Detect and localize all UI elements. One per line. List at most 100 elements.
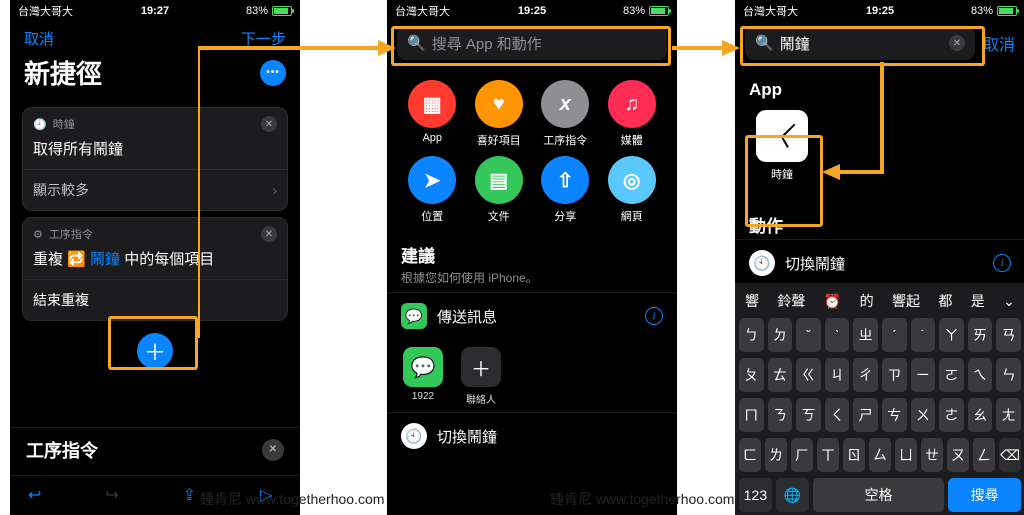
clear-icon[interactable]: ✕ <box>949 35 965 51</box>
music-icon: ♫ <box>608 80 656 128</box>
info-icon[interactable]: i <box>993 254 1011 272</box>
key[interactable]: ㄓ <box>853 318 878 352</box>
key[interactable]: ㄗ <box>882 358 907 392</box>
key[interactable]: ㄠ <box>968 398 993 432</box>
key[interactable]: ㄇ <box>739 398 764 432</box>
add-action-button[interactable]: ＋ <box>137 333 173 369</box>
key[interactable]: ㄤ <box>996 398 1021 432</box>
key[interactable]: ㄎ <box>796 398 821 432</box>
suggestions-subtitle: 根據您如何使用 iPhone。 <box>387 269 677 292</box>
action-row-toggle-alarm[interactable]: 🕙 切換鬧鐘 i <box>735 239 1024 286</box>
cat-fav[interactable]: ♥喜好項目 <box>466 80 533 148</box>
cat-web[interactable]: ◎網頁 <box>599 156 666 224</box>
bottom-sheet-header[interactable]: 工序指令 ✕ <box>10 427 300 471</box>
mini-app-contacts[interactable]: ＋聯絡人 <box>461 347 501 406</box>
key[interactable]: ˊ <box>882 318 907 352</box>
app-tile-clock[interactable]: 時鐘 <box>749 110 815 182</box>
key[interactable]: ㄛ <box>939 358 964 392</box>
key[interactable]: ㄙ <box>869 438 891 472</box>
key[interactable]: ㄢ <box>996 318 1021 352</box>
clock-icon <box>756 110 808 162</box>
cancel-button[interactable]: 取消 <box>24 28 54 49</box>
suggestion-row-message[interactable]: 💬 傳送訊息 i <box>387 292 677 339</box>
key-space[interactable]: 空格 <box>813 478 945 512</box>
key[interactable]: ˋ <box>825 318 850 352</box>
key[interactable]: ˇ <box>796 318 821 352</box>
cat-media[interactable]: ♫媒體 <box>599 80 666 148</box>
chevron-down-icon[interactable]: ⌄ <box>1001 293 1017 310</box>
action-card-repeat[interactable]: ⚙︎ 工序指令 ✕ 重複 🔁 鬧鐘 中的每個項目 結束重複 <box>22 217 288 321</box>
status-bar: 台灣大哥大 19:25 83% <box>735 0 1024 22</box>
mini-app-1922[interactable]: 💬1922 <box>403 347 443 406</box>
cancel-button[interactable]: 取消 <box>983 31 1015 55</box>
clock-label: 19:27 <box>109 5 200 17</box>
end-repeat-label: 結束重複 <box>23 279 287 320</box>
key[interactable]: ㄊ <box>768 358 793 392</box>
key[interactable]: ㄒ <box>817 438 839 472</box>
candidate-bar[interactable]: 響 鈴聲 ⏰ 的 響起 都 是 ⌄ <box>735 287 1024 315</box>
key[interactable]: ㄡ <box>947 438 969 472</box>
undo-icon[interactable]: ↩︎ <box>28 485 50 507</box>
key[interactable]: ㄖ <box>843 438 865 472</box>
key-123[interactable]: 123 <box>739 478 772 512</box>
key[interactable]: ㄑ <box>825 398 850 432</box>
next-button[interactable]: 下一步 <box>241 28 286 49</box>
document-icon: ▤ <box>475 156 523 204</box>
share-icon: ⇧ <box>541 156 589 204</box>
actions-section-header: 動作 <box>735 200 1024 239</box>
redo-icon[interactable]: ↪︎ <box>105 485 127 507</box>
key-search[interactable]: 搜尋 <box>948 478 1021 512</box>
cat-app[interactable]: ▦App <box>399 80 466 148</box>
plus-icon: ＋ <box>461 347 501 387</box>
close-icon[interactable]: ✕ <box>261 226 277 242</box>
key[interactable]: ㄕ <box>853 398 878 432</box>
info-icon[interactable]: i <box>645 307 663 325</box>
key[interactable]: ˙ <box>911 318 936 352</box>
key[interactable]: ㄏ <box>791 438 813 472</box>
key[interactable]: ㄈ <box>739 438 761 472</box>
action-card-clock[interactable]: 🕘 時鐘 ✕ 取得所有鬧鐘 顯示較多 › <box>22 107 288 211</box>
sheet-title: 工序指令 <box>26 437 98 463</box>
key[interactable]: ㄧ <box>911 358 936 392</box>
clock-icon: 🕘 <box>33 118 47 131</box>
key[interactable]: ㄨ <box>911 398 936 432</box>
cat-doc[interactable]: ▤文件 <box>466 156 533 224</box>
key[interactable]: ㄐ <box>825 358 850 392</box>
annotation-arrow <box>672 40 742 60</box>
key[interactable]: ㄘ <box>882 398 907 432</box>
show-more-row[interactable]: 顯示較多 › <box>23 169 287 210</box>
search-input[interactable]: 🔍 搜尋 App 和動作 <box>397 26 667 60</box>
cat-script[interactable]: x工序指令 <box>532 80 599 148</box>
close-icon[interactable]: ✕ <box>262 439 284 461</box>
key[interactable]: ㄋ <box>768 398 793 432</box>
key-globe[interactable]: 🌐 <box>776 478 809 512</box>
key[interactable]: ㄝ <box>921 438 943 472</box>
cat-loc[interactable]: ➤位置 <box>399 156 466 224</box>
key[interactable]: ㄟ <box>968 358 993 392</box>
key[interactable]: ㄣ <box>996 358 1021 392</box>
mini-apps-row: 💬1922 ＋聯絡人 <box>387 339 677 406</box>
key[interactable]: ㄔ <box>853 358 878 392</box>
key[interactable]: ㄜ <box>939 398 964 432</box>
phone-3: 台灣大哥大 19:25 83% 🔍 鬧鐘 ✕ 取消 App 時鐘 動作 🕙 切換… <box>735 0 1024 515</box>
key[interactable]: ㄩ <box>895 438 917 472</box>
key[interactable]: ㄥ <box>973 438 995 472</box>
key[interactable]: ㄆ <box>739 358 764 392</box>
search-icon: 🔍 <box>755 34 774 52</box>
script-icon: x <box>541 80 589 128</box>
key-delete[interactable]: ⌫ <box>999 438 1021 472</box>
key[interactable]: ㄅ <box>739 318 764 352</box>
search-input[interactable]: 🔍 鬧鐘 ✕ <box>745 26 975 60</box>
key[interactable]: ㄉ <box>768 318 793 352</box>
cat-share[interactable]: ⇧分享 <box>532 156 599 224</box>
search-placeholder: 搜尋 App 和動作 <box>432 33 542 54</box>
watermark: 鍾肯尼 www.togetherhoo.com <box>200 489 384 509</box>
more-button[interactable]: ••• <box>260 60 286 86</box>
key[interactable]: ㄍ <box>796 358 821 392</box>
close-icon[interactable]: ✕ <box>261 116 277 132</box>
key[interactable]: ㄚ <box>939 318 964 352</box>
suggestion-row-alarm[interactable]: 🕙 切換鬧鐘 <box>387 412 677 459</box>
key[interactable]: ㄌ <box>765 438 787 472</box>
variable-link[interactable]: 鬧鐘 <box>90 251 120 268</box>
key[interactable]: ㄞ <box>968 318 993 352</box>
